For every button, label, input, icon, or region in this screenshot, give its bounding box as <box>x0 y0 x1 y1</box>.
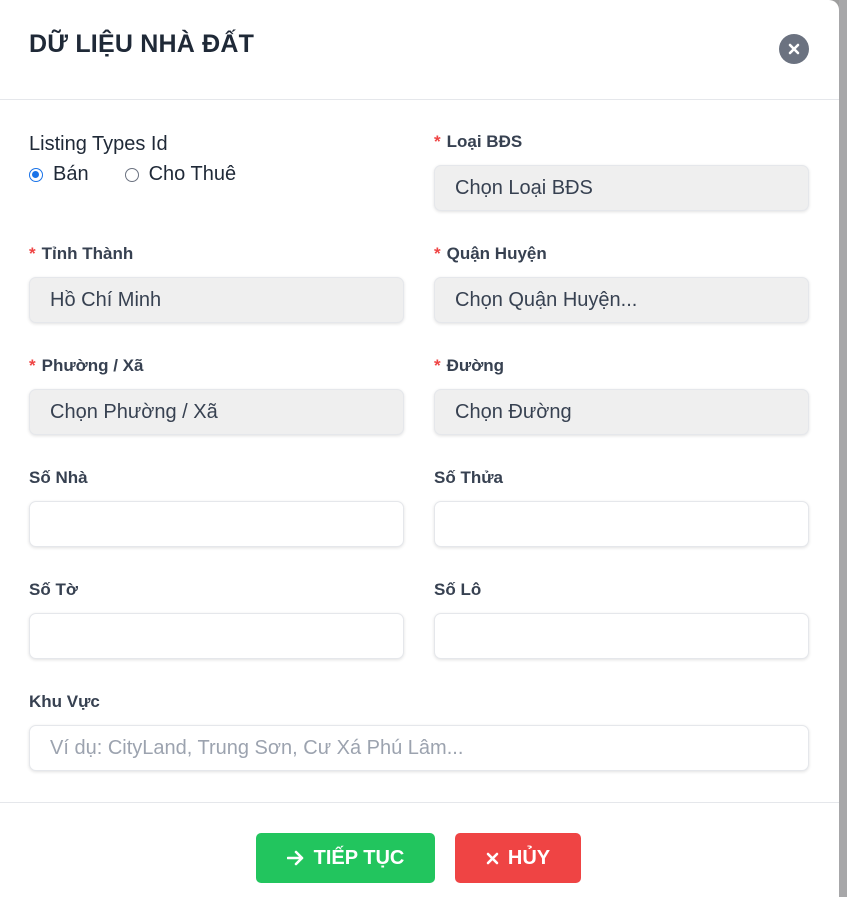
street-label-text: Đường <box>446 356 505 375</box>
ward-label-text: Phường / Xã <box>41 356 144 375</box>
x-icon <box>486 852 499 865</box>
listing-types-label: Listing Types Id <box>29 133 168 155</box>
ward-label: * Phường / Xã <box>29 356 143 376</box>
sheet-number-label: Số Tờ <box>29 580 78 599</box>
house-number-input[interactable] <box>29 501 404 547</box>
radio-ban-label: Bán <box>53 163 89 185</box>
parcel-number-label: Số Thửa <box>434 468 503 487</box>
required-marker: * <box>434 244 441 263</box>
required-marker: * <box>434 132 441 151</box>
province-value: Hồ Chí Minh <box>50 288 162 311</box>
area-label: Khu Vực <box>29 692 100 711</box>
continue-button-label: TIẾP TỤC <box>313 846 405 869</box>
street-select[interactable]: Chọn Đường <box>434 389 809 435</box>
property-type-label: * Loại BĐS <box>434 132 522 152</box>
sheet-number-input[interactable] <box>29 613 404 659</box>
property-type-label-text: Loại BĐS <box>446 132 523 151</box>
province-label: * Tỉnh Thành <box>29 244 133 264</box>
house-number-label: Số Nhà <box>29 468 88 487</box>
cancel-button-label: HỦY <box>507 846 551 869</box>
listing-types-radio-group: Bán Cho Thuê <box>29 163 272 186</box>
district-label: * Quận Huyện <box>434 244 547 264</box>
radio-ban[interactable]: Bán <box>29 163 89 186</box>
property-type-value: Chọn Loại BĐS <box>455 176 593 199</box>
cancel-button[interactable]: HỦY <box>455 833 581 883</box>
ward-value: Chọn Phường / Xã <box>50 400 218 423</box>
property-data-modal: DỮ LIỆU NHÀ ĐẤT Listing Types Id Bán Cho… <box>0 0 839 897</box>
area-placeholder: Ví dụ: CityLand, Trung Sơn, Cư Xá Phú Lâ… <box>50 736 464 759</box>
modal-footer: TIẾP TỤC HỦY <box>0 802 839 897</box>
close-icon <box>788 43 800 55</box>
district-select[interactable]: Chọn Quận Huyện... <box>434 277 809 323</box>
ward-select[interactable]: Chọn Phường / Xã <box>29 389 404 435</box>
radio-cho-thue-label: Cho Thuê <box>148 163 237 185</box>
province-label-text: Tỉnh Thành <box>41 244 134 263</box>
radio-cho-thue-indicator[interactable] <box>124 167 139 182</box>
required-marker: * <box>434 356 441 375</box>
district-value: Chọn Quận Huyện... <box>455 288 638 311</box>
close-button[interactable] <box>779 34 809 64</box>
parcel-number-input[interactable] <box>434 501 809 547</box>
street-label: * Đường <box>434 356 504 376</box>
modal-title: DỮ LIỆU NHÀ ĐẤT <box>29 30 255 58</box>
modal-header: DỮ LIỆU NHÀ ĐẤT <box>0 0 839 100</box>
arrow-right-icon <box>286 850 305 866</box>
radio-cho-thue[interactable]: Cho Thuê <box>124 163 237 186</box>
modal-backdrop <box>839 0 847 897</box>
continue-button[interactable]: TIẾP TỤC <box>256 833 435 883</box>
required-marker: * <box>29 244 36 263</box>
required-marker: * <box>29 356 36 375</box>
street-value: Chọn Đường <box>455 400 572 423</box>
district-label-text: Quận Huyện <box>446 244 547 263</box>
radio-ban-indicator[interactable] <box>29 167 43 182</box>
province-select[interactable]: Hồ Chí Minh <box>29 277 404 323</box>
area-input[interactable]: Ví dụ: CityLand, Trung Sơn, Cư Xá Phú Lâ… <box>29 725 809 771</box>
property-type-select[interactable]: Chọn Loại BĐS <box>434 165 809 211</box>
lot-number-label: Số Lô <box>434 580 482 599</box>
lot-number-input[interactable] <box>434 613 809 659</box>
